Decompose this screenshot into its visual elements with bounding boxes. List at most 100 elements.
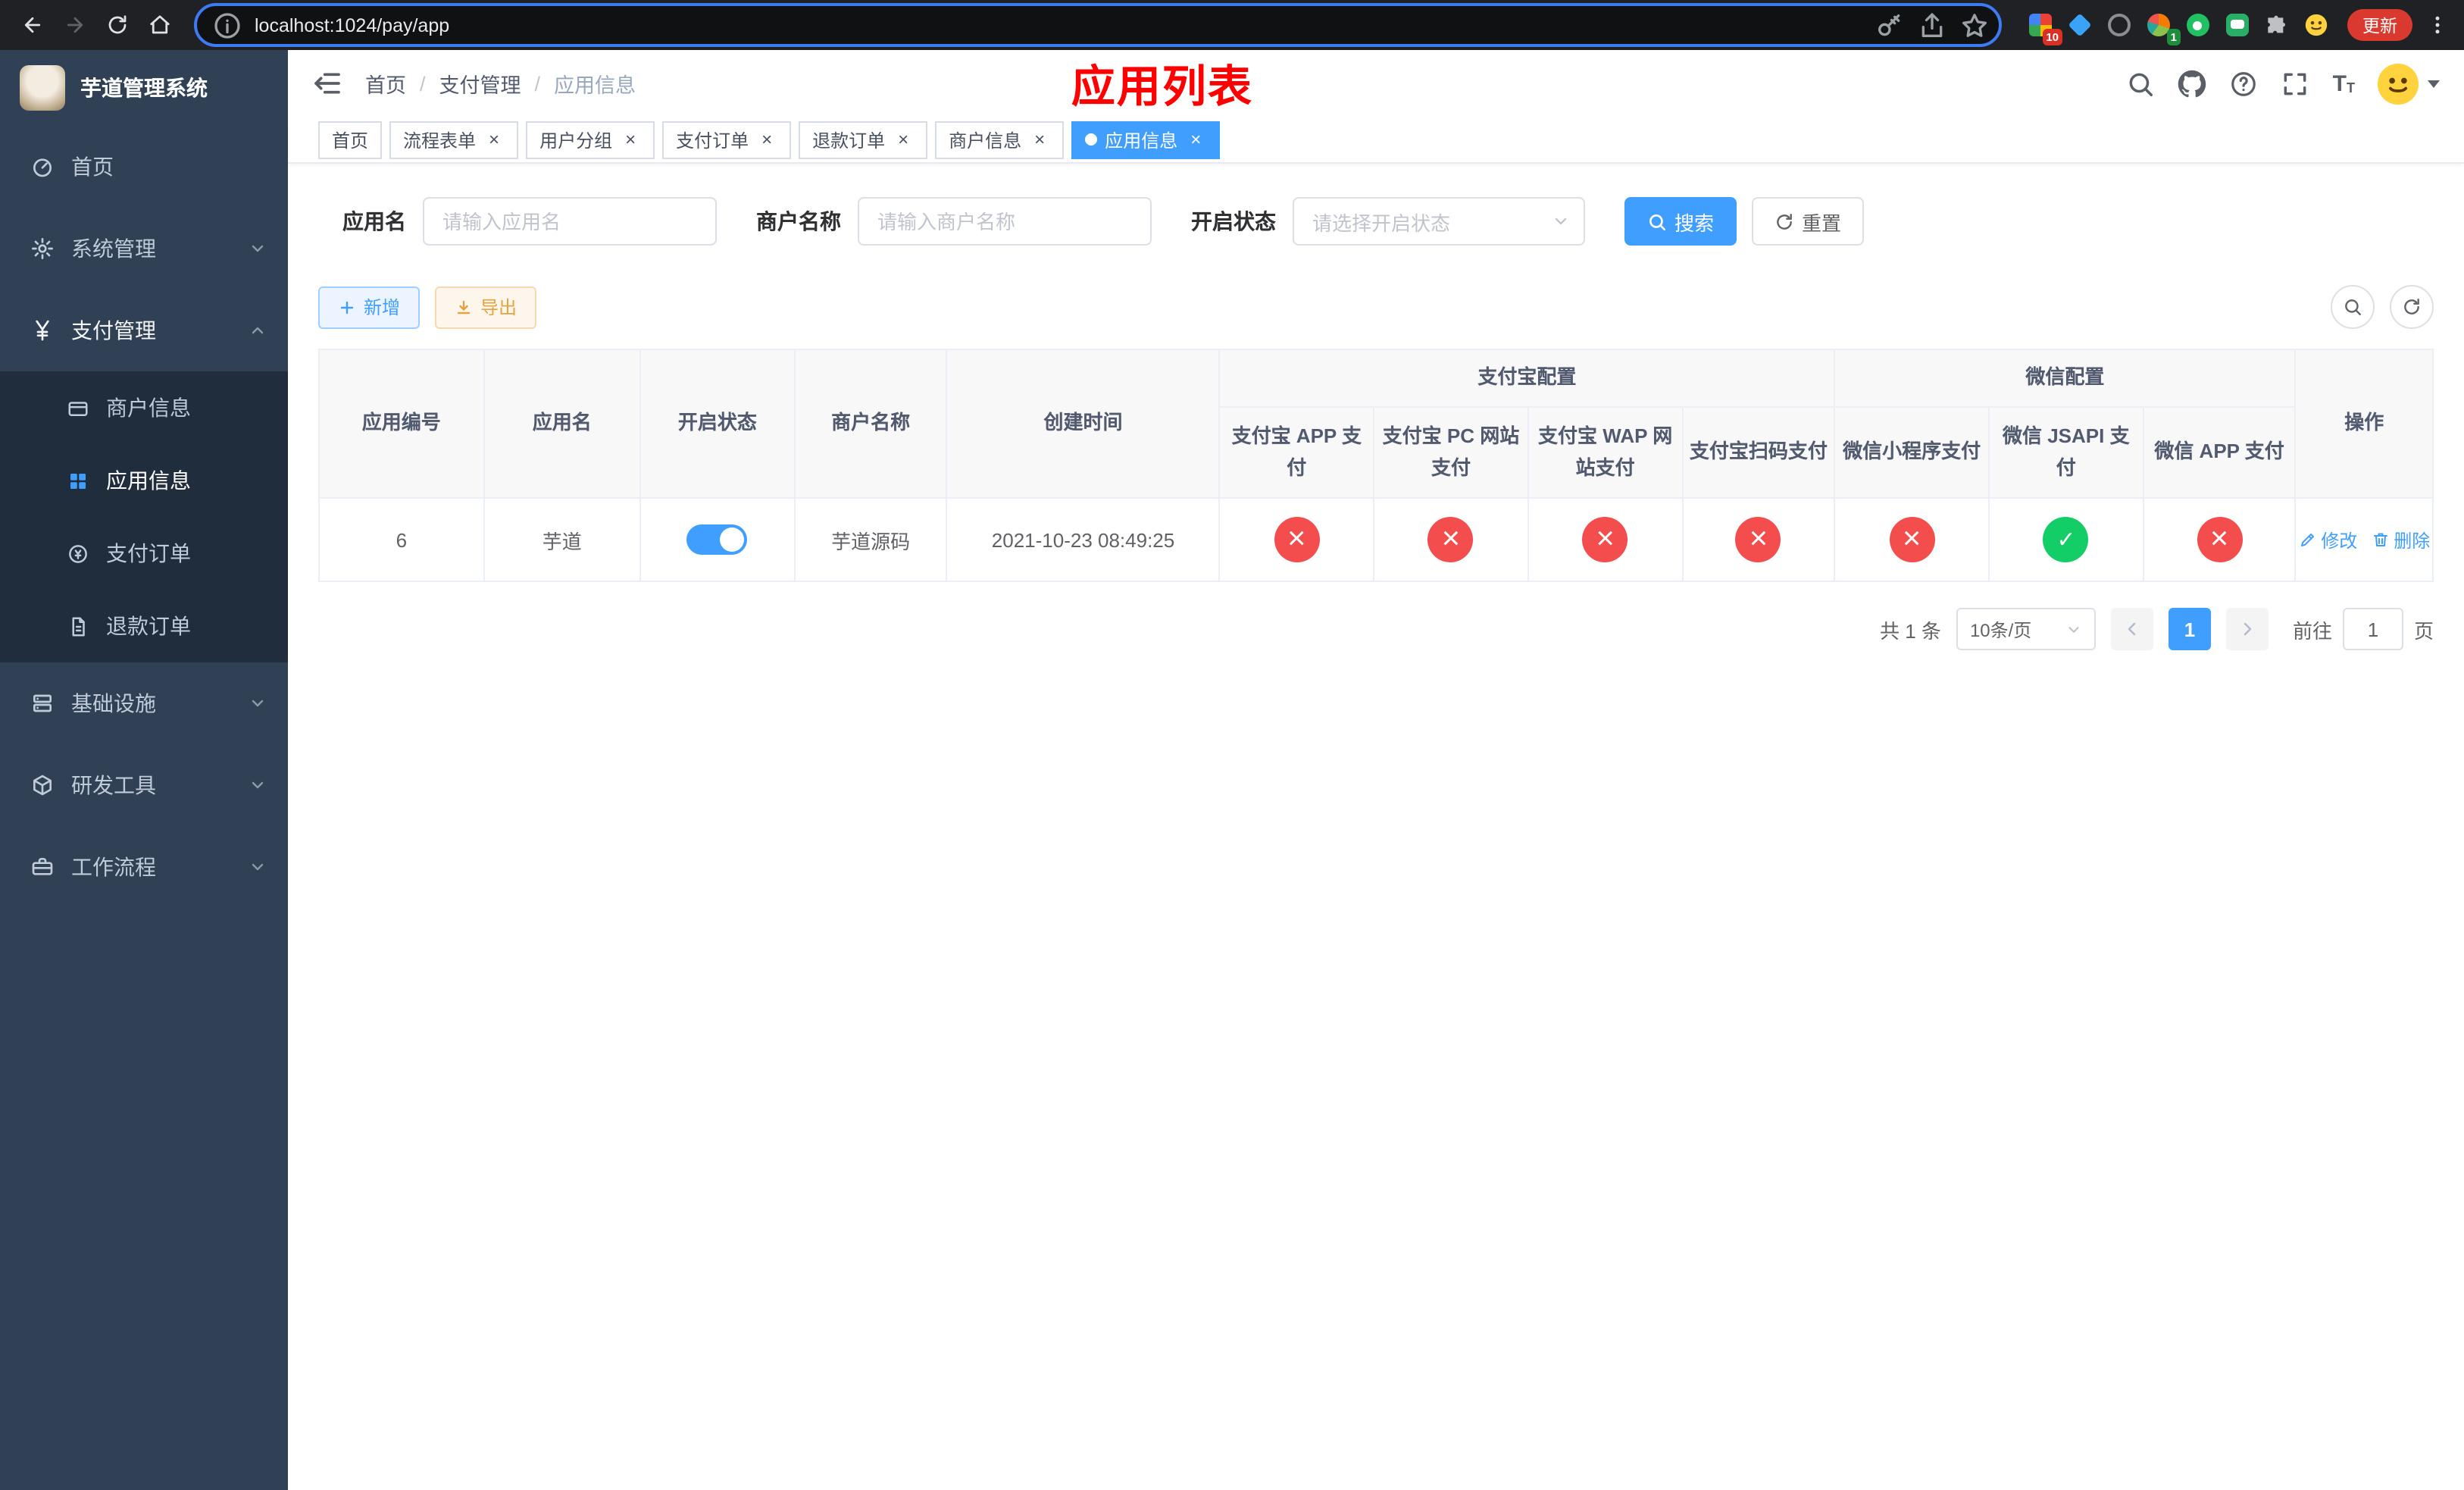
sidebar-subitem-pay-order[interactable]: 支付订单 — [0, 517, 288, 590]
col-wechat-mini: 微信小程序支付 — [1834, 405, 1990, 499]
active-dot — [1085, 133, 1098, 146]
site-info-icon[interactable] — [212, 10, 242, 40]
tab-close-icon[interactable] — [483, 129, 505, 150]
tab-user-group[interactable]: 用户分组 — [526, 121, 655, 158]
arrow-left-icon — [23, 17, 40, 33]
tab-close-icon[interactable] — [756, 129, 777, 150]
tab-app-info[interactable]: 应用信息 — [1071, 121, 1221, 158]
col-actions: 操作 — [2294, 348, 2434, 499]
forward-button[interactable] — [55, 5, 94, 45]
edit-link[interactable]: 修改 — [2298, 527, 2357, 553]
chevron-down-icon — [2068, 626, 2079, 633]
sidebar-item-system[interactable]: 系统管理 — [0, 208, 288, 290]
delete-link[interactable]: 删除 — [2371, 527, 2430, 553]
sidebar-item-infra[interactable]: 基础设施 — [0, 662, 288, 744]
tab-pay-order[interactable]: 支付订单 — [662, 121, 792, 158]
payment-submenu: 商户信息 应用信息 支付订单 退款订单 — [0, 371, 288, 662]
chevron-down-icon — [252, 781, 264, 789]
extension-icon-gem[interactable] — [2065, 11, 2093, 39]
tab-close-icon[interactable] — [620, 129, 641, 150]
help-button[interactable] — [2230, 69, 2259, 98]
browser-update-button[interactable]: 更新 — [2347, 9, 2412, 41]
page-content: 应用名 商户名称 开启状态 请选择开启状态 — [288, 164, 2464, 1490]
main-area: 首页 支付管理 应用信息 应用列表 — [288, 50, 2464, 1490]
home-button[interactable] — [139, 5, 179, 45]
app-name-label: 应用名 — [342, 209, 406, 233]
reset-button[interactable]: 重置 — [1752, 197, 1865, 246]
tab-close-icon[interactable] — [893, 129, 914, 150]
sidebar-subitem-merchant-info[interactable]: 商户信息 — [0, 371, 288, 444]
prev-page-button[interactable] — [2110, 608, 2153, 651]
app-name-input[interactable] — [423, 197, 717, 246]
user-avatar[interactable] — [2378, 63, 2419, 104]
back-button[interactable] — [12, 5, 52, 45]
logo-avatar — [20, 65, 65, 111]
plus-icon — [340, 300, 354, 314]
breadcrumb-item-payment[interactable]: 支付管理 — [439, 68, 521, 99]
sidebar-item-label: 工作流程 — [71, 855, 156, 879]
sidebar-item-workflow[interactable]: 工作流程 — [0, 826, 288, 908]
sidebar: 芋道管理系统 首页 系统管理 支付管理 商户信息 应用信息 支付订单 退款订单 … — [0, 50, 288, 1490]
extension-icon-green-circle[interactable] — [2184, 11, 2211, 39]
share-icon[interactable] — [1917, 10, 1947, 40]
bookmark-star-icon[interactable] — [1959, 10, 1990, 40]
add-button[interactable]: 新增 — [318, 286, 421, 328]
extension-icon-grid[interactable]: 10 — [2026, 11, 2062, 45]
sidebar-item-label: 系统管理 — [71, 236, 156, 261]
browser-menu-button[interactable] — [2422, 5, 2452, 45]
refresh-table-button[interactable] — [2390, 285, 2434, 329]
profile-avatar-icon[interactable] — [2302, 11, 2329, 39]
sidebar-item-home[interactable]: 首页 — [0, 126, 288, 208]
fullscreen-button[interactable] — [2281, 69, 2310, 98]
page-number-current[interactable]: 1 — [2168, 608, 2211, 651]
password-key-icon[interactable] — [1875, 10, 1905, 40]
extension-icon-wheel[interactable]: 1 — [2144, 11, 2181, 45]
sidebar-logo[interactable]: 芋道管理系统 — [0, 50, 288, 126]
sidebar-subitem-app-info[interactable]: 应用信息 — [0, 444, 288, 517]
col-wechat-app: 微信 APP 支付 — [2142, 405, 2297, 499]
extension-badge: 10 — [2042, 29, 2062, 45]
browser-toolbar: localhost:1024/pay/app 10 1 更新 — [0, 0, 2464, 50]
pencil-icon — [2300, 534, 2314, 547]
url-text[interactable]: localhost:1024/pay/app — [255, 14, 1862, 36]
next-page-button[interactable] — [2225, 608, 2269, 651]
extension-icon-globe[interactable] — [2105, 11, 2132, 39]
chevron-down-icon — [252, 245, 264, 252]
sidebar-item-payment[interactable]: 支付管理 — [0, 290, 288, 371]
col-create-time: 创建时间 — [946, 348, 1221, 499]
tab-close-icon[interactable] — [1185, 129, 1206, 150]
export-button[interactable]: 导出 — [435, 286, 537, 328]
tab-process-form[interactable]: 流程表单 — [389, 121, 519, 158]
goto-input[interactable] — [2342, 608, 2403, 651]
status-toggle[interactable] — [686, 524, 748, 556]
address-bar[interactable]: localhost:1024/pay/app — [194, 3, 2002, 47]
sidebar-subitem-refund-order[interactable]: 退款订单 — [0, 590, 288, 662]
search-button[interactable]: 搜索 — [1624, 197, 1737, 246]
collapse-sidebar-button[interactable] — [312, 68, 342, 99]
config-status-alipay-pc — [1427, 517, 1474, 563]
status-select[interactable]: 请选择开启状态 — [1293, 197, 1585, 246]
toggle-search-button[interactable] — [2331, 285, 2375, 329]
cube-icon — [33, 775, 52, 796]
font-size-button[interactable] — [2333, 72, 2355, 95]
tab-merchant-info[interactable]: 商户信息 — [935, 121, 1065, 158]
col-alipay-wap: 支付宝 WAP 网站支付 — [1527, 405, 1684, 499]
page-size-select[interactable]: 10条/页 — [1956, 608, 2096, 651]
extension-icon-chat[interactable] — [2223, 11, 2250, 39]
breadcrumb-item-home[interactable]: 首页 — [365, 68, 406, 99]
delete-link-label: 删除 — [2394, 530, 2431, 552]
sidebar-item-devtools[interactable]: 研发工具 — [0, 744, 288, 826]
reload-button[interactable] — [97, 5, 136, 45]
extensions-puzzle-icon[interactable] — [2262, 11, 2290, 39]
refresh-icon — [1777, 213, 1792, 229]
github-button[interactable] — [2178, 69, 2207, 98]
tab-refund-order[interactable]: 退款订单 — [799, 121, 928, 158]
gear-icon — [32, 238, 53, 259]
search-button[interactable] — [2127, 69, 2156, 98]
page-overlay-title: 应用列表 — [1071, 64, 1253, 112]
tab-label: 退款订单 — [812, 130, 886, 151]
tab-home[interactable]: 首页 — [318, 121, 383, 158]
merchant-name-input[interactable] — [858, 197, 1152, 246]
user-menu[interactable] — [2378, 63, 2440, 104]
tab-close-icon[interactable] — [1029, 129, 1050, 150]
